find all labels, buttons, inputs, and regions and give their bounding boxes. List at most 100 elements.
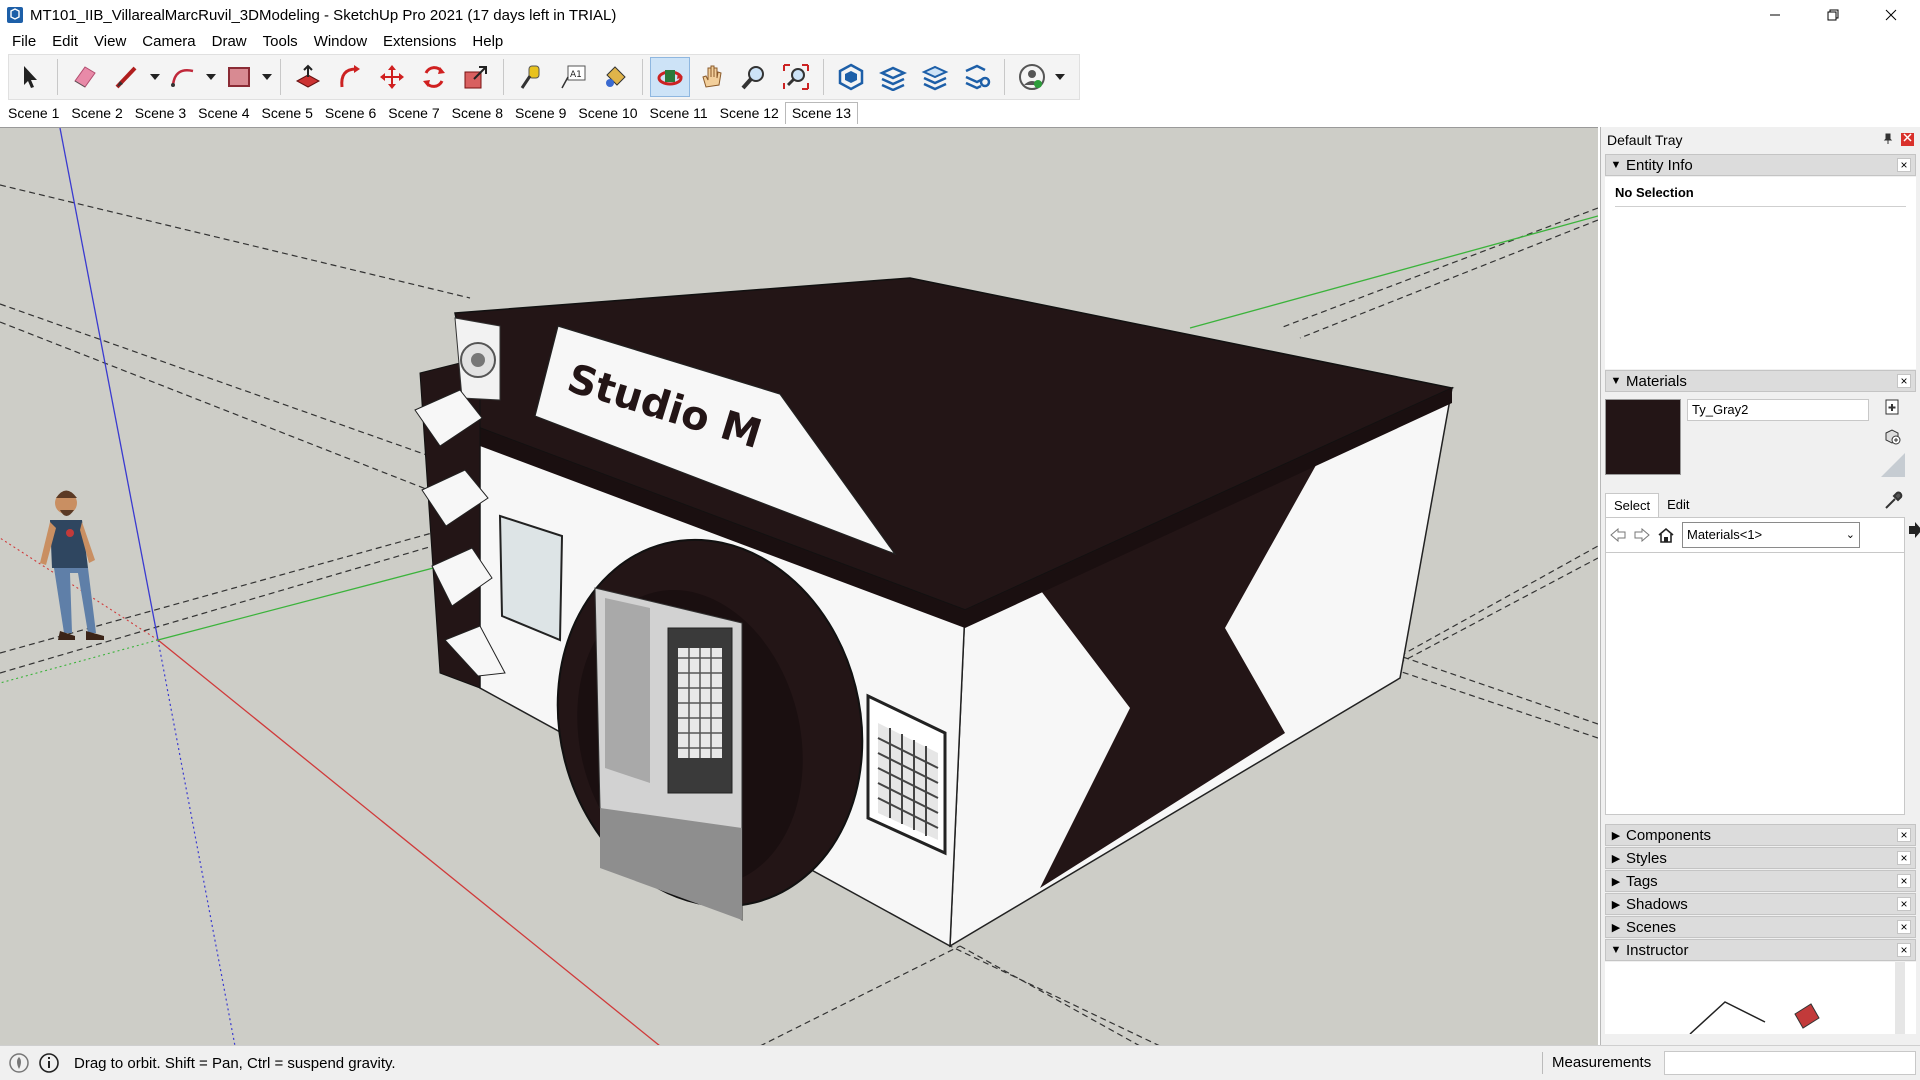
restore-button[interactable]	[1804, 0, 1862, 30]
menu-extensions[interactable]: Extensions	[375, 30, 464, 54]
menu-tools[interactable]: Tools	[255, 30, 306, 54]
scene-tab[interactable]: Scene 9	[509, 102, 572, 124]
material-name-field[interactable]: Ty_Gray2	[1687, 399, 1869, 421]
scene-tab[interactable]: Scene 10	[572, 102, 643, 124]
menu-window[interactable]: Window	[306, 30, 375, 54]
zoom-extents-tool-button[interactable]	[776, 57, 816, 97]
profile-icon	[1019, 64, 1045, 90]
menu-view[interactable]: View	[86, 30, 134, 54]
material-swatch[interactable]	[1605, 399, 1681, 475]
details-arrow-icon[interactable]	[1907, 521, 1920, 539]
select-tool-button[interactable]	[10, 57, 50, 97]
sample-paint-corner-icon	[1881, 453, 1905, 477]
rotate-tool-button[interactable]	[414, 57, 454, 97]
home-icon[interactable]	[1654, 523, 1678, 547]
scene-tab[interactable]: Scene 4	[192, 102, 255, 124]
shadows-panel-header[interactable]: ▶ Shadows ×	[1605, 893, 1916, 915]
pan-icon	[702, 65, 722, 88]
profile-button[interactable]	[1012, 57, 1052, 97]
scale-tool-button[interactable]	[456, 57, 496, 97]
eyedropper-icon[interactable]	[1883, 491, 1903, 511]
menu-draw[interactable]: Draw	[204, 30, 255, 54]
panel-title: Components	[1626, 826, 1712, 844]
scene-tab[interactable]: Scene 6	[319, 102, 382, 124]
components-panel-header[interactable]: ▶ Components ×	[1605, 824, 1916, 846]
close-icon[interactable]: ×	[1897, 374, 1911, 388]
caret-right-icon: ▶	[1611, 852, 1621, 865]
scene-tab[interactable]: Scene 11	[644, 102, 714, 124]
collection-value: Materials<1>	[1687, 527, 1763, 542]
pan-tool-button[interactable]	[692, 57, 732, 97]
studio-building-model[interactable]: Studio M	[414, 277, 1455, 948]
tape-measure-tool-button[interactable]	[511, 57, 551, 97]
scene-tab[interactable]: Scene 5	[256, 102, 319, 124]
caret-right-icon: ▶	[1611, 829, 1621, 842]
follow-me-tool-button[interactable]	[330, 57, 370, 97]
minimize-button[interactable]	[1746, 0, 1804, 30]
geolocation-icon[interactable]	[8, 1052, 30, 1074]
profile-dropdown[interactable]	[1053, 57, 1067, 97]
menu-help[interactable]: Help	[464, 30, 511, 54]
materials-panel-header[interactable]: ▼ Materials ×	[1605, 370, 1916, 392]
entity-info-panel-header[interactable]: ▼ Entity Info ×	[1605, 154, 1916, 176]
eraser-tool-button[interactable]	[65, 57, 105, 97]
forward-arrow-icon[interactable]	[1630, 523, 1654, 547]
pin-icon[interactable]	[1882, 133, 1894, 145]
scene-tab[interactable]: Scene 1	[2, 102, 65, 124]
line-tool-button[interactable]	[107, 57, 147, 97]
paint-bucket-tool-button[interactable]	[595, 57, 635, 97]
arc-tool-button[interactable]	[163, 57, 203, 97]
close-icon[interactable]: ×	[1897, 828, 1911, 842]
scene-tab[interactable]: Scene 2	[65, 102, 128, 124]
materials-list[interactable]	[1605, 553, 1905, 815]
close-icon[interactable]: ×	[1897, 943, 1911, 957]
scene-tab[interactable]: Scene 3	[129, 102, 192, 124]
close-icon[interactable]: ×	[1897, 897, 1911, 911]
materials-tab-select[interactable]: Select	[1605, 493, 1660, 517]
tray-close-button[interactable]	[1901, 133, 1914, 146]
info-icon[interactable]	[38, 1052, 60, 1074]
scene-tab-active[interactable]: Scene 13	[784, 102, 859, 124]
instructor-panel-header[interactable]: ▼ Instructor ×	[1605, 939, 1916, 961]
menu-edit[interactable]: Edit	[44, 30, 86, 54]
text-tool-button[interactable]: A1	[553, 57, 593, 97]
toolbar-separator	[503, 59, 504, 95]
close-icon[interactable]: ×	[1897, 920, 1911, 934]
move-tool-button[interactable]	[372, 57, 412, 97]
modeling-viewport[interactable]: Studio M	[0, 127, 1598, 1045]
back-arrow-icon[interactable]	[1606, 523, 1630, 547]
tags-panel-header[interactable]: ▶ Tags ×	[1605, 870, 1916, 892]
scene-canvas[interactable]: Studio M	[0, 128, 1598, 1045]
styles-panel-header[interactable]: ▶ Styles ×	[1605, 847, 1916, 869]
materials-collection-select[interactable]: Materials<1> ⌄	[1682, 522, 1860, 548]
rectangle-tool-button[interactable]	[219, 57, 259, 97]
scene-tab[interactable]: Scene 12	[714, 102, 785, 124]
layout-button[interactable]	[915, 57, 955, 97]
measurements-input[interactable]	[1664, 1051, 1916, 1075]
arc-tool-dropdown[interactable]	[204, 57, 218, 97]
menu-file[interactable]: File	[4, 30, 44, 54]
caret-right-icon: ▶	[1611, 898, 1621, 911]
3d-warehouse-button[interactable]	[831, 57, 871, 97]
extension-warehouse-button[interactable]	[873, 57, 913, 97]
scenes-panel-header[interactable]: ▶ Scenes ×	[1605, 916, 1916, 938]
zoom-tool-button[interactable]	[734, 57, 774, 97]
scene-tab[interactable]: Scene 8	[446, 102, 509, 124]
close-icon[interactable]: ×	[1897, 874, 1911, 888]
close-icon[interactable]: ×	[1897, 158, 1911, 172]
toolbar-separator	[823, 59, 824, 95]
select-icon	[24, 66, 37, 88]
extension-manager-button[interactable]	[957, 57, 997, 97]
add-to-model-icon[interactable]	[1883, 427, 1901, 445]
materials-tab-edit[interactable]: Edit	[1659, 493, 1697, 517]
scale-figure-person[interactable]	[40, 490, 104, 641]
rectangle-tool-dropdown[interactable]	[260, 57, 274, 97]
close-icon[interactable]: ×	[1897, 851, 1911, 865]
scene-tab[interactable]: Scene 7	[382, 102, 445, 124]
push-pull-tool-button[interactable]	[288, 57, 328, 97]
create-material-icon[interactable]	[1885, 399, 1899, 415]
menu-camera[interactable]: Camera	[134, 30, 203, 54]
close-window-button[interactable]	[1862, 0, 1920, 30]
orbit-tool-button[interactable]	[650, 57, 690, 97]
line-tool-dropdown[interactable]	[148, 57, 162, 97]
